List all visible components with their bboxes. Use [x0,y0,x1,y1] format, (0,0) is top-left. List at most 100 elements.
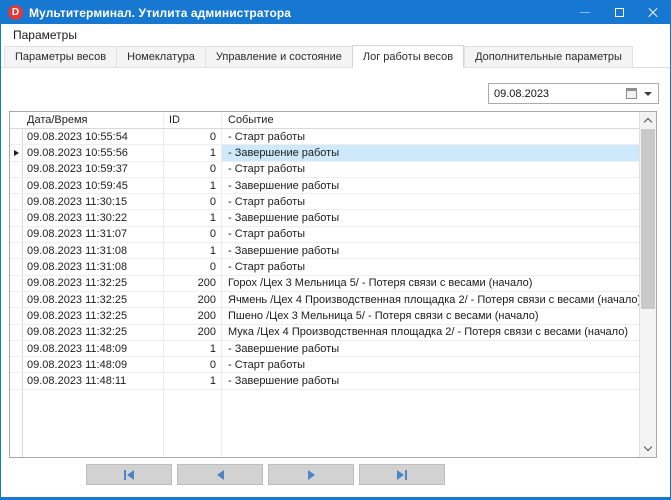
cell-datetime: 09.08.2023 10:59:37 [23,162,164,177]
column-header-datetime[interactable]: Дата/Время [23,114,164,126]
maximize-icon [615,8,624,17]
column-header-event[interactable]: Событие [222,114,639,126]
next-record-icon [308,470,315,480]
chevron-down-icon[interactable] [644,92,652,96]
row-indicator-cell [10,341,23,356]
row-indicator-cell [10,308,23,323]
log-table-body: Дата/Время ID Событие 09.08.2023 10:55:5… [10,112,639,457]
cell-event: - Старт работы [222,129,639,144]
cell-id: 0 [164,227,222,242]
table-row[interactable]: 09.08.2023 11:32:25 200 Горох /Цех 3 Мел… [10,276,639,292]
cell-event: Пшено /Цех 3 Мельница 5/ - Потеря связи … [222,308,639,323]
window-controls [568,1,670,24]
record-navigator [86,464,445,485]
cell-id: 0 [164,194,222,209]
date-filter-value[interactable]: 09.08.2023 [489,88,626,100]
tab-bar: Параметры весовНомеклатураУправление и с… [1,45,670,68]
tab-log-raboty-vesov[interactable]: Лог работы весов [352,45,464,68]
calendar-grid-icon [626,88,637,99]
prior-record-button[interactable] [177,464,263,485]
minimize-button[interactable] [568,1,602,24]
cell-datetime: 09.08.2023 11:30:15 [23,194,164,209]
table-row[interactable]: 09.08.2023 11:32:25 200 Пшено /Цех 3 Мел… [10,308,639,324]
table-row[interactable]: 09.08.2023 10:55:56 1 - Завершение работ… [10,145,639,161]
table-header-row: Дата/Время ID Событие [10,112,639,129]
row-indicator-cell [10,145,23,160]
cell-datetime: 09.08.2023 11:32:25 [23,292,164,307]
table-row[interactable]: 09.08.2023 11:30:22 1 - Завершение работ… [10,210,639,226]
first-record-icon [124,470,126,480]
cell-event: - Старт работы [222,227,639,242]
table-row[interactable]: 09.08.2023 11:32:25 200 Мука /Цех 4 Прои… [10,325,639,341]
scroll-down-button[interactable] [640,441,656,457]
cell-datetime: 09.08.2023 10:55:56 [23,145,164,160]
tab-upravlenie-i-sostoyanie[interactable]: Управление и состояние [205,46,352,68]
cell-event: - Завершение работы [222,373,639,388]
table-row[interactable]: 09.08.2023 11:31:07 0 - Старт работы [10,227,639,243]
table-row[interactable]: 09.08.2023 11:48:09 0 - Старт работы [10,357,639,373]
window-title: Мультитерминал. Утилита администратора [29,6,291,20]
cell-datetime: 09.08.2023 11:32:25 [23,308,164,323]
tab-dopolnitelnye-parametry[interactable]: Дополнительные параметры [464,46,633,68]
tab-nomenklatura[interactable]: Номеклатура [116,46,205,68]
table-row[interactable]: 09.08.2023 11:48:09 1 - Завершение работ… [10,341,639,357]
cell-id: 0 [164,162,222,177]
row-indicator-cell [10,259,23,274]
cell-datetime: 09.08.2023 11:48:09 [23,357,164,372]
cell-event: Мука /Цех 4 Производственная площадка 2/… [222,325,639,340]
minimize-icon [580,12,590,13]
table-row[interactable]: 09.08.2023 10:55:54 0 - Старт работы [10,129,639,145]
grid-empty-area [10,390,639,457]
row-indicator-cell [10,243,23,258]
table-row[interactable]: 09.08.2023 11:48:11 1 - Завершение работ… [10,373,639,389]
title-bar[interactable]: D Мультитерминал. Утилита администратора [1,1,670,24]
cell-event: - Старт работы [222,357,639,372]
table-row[interactable]: 09.08.2023 11:31:08 0 - Старт работы [10,259,639,275]
cell-event: Горох /Цех 3 Мельница 5/ - Потеря связи … [222,276,639,291]
chevron-up-icon [644,118,652,126]
table-row[interactable]: 09.08.2023 10:59:45 1 - Завершение работ… [10,178,639,194]
maximize-button[interactable] [602,1,636,24]
cell-id: 0 [164,259,222,274]
scroll-up-button[interactable] [640,112,656,128]
last-record-button[interactable] [359,464,445,485]
table-row[interactable]: 09.08.2023 11:32:25 200 Ячмень /Цех 4 Пр… [10,292,639,308]
tab-parametry-vesov[interactable]: Параметры весов [4,46,116,68]
close-icon [647,7,659,19]
row-indicator-cell [10,325,23,340]
column-header-id[interactable]: ID [164,114,222,126]
cell-datetime: 09.08.2023 11:31:08 [23,243,164,258]
cell-event: - Старт работы [222,194,639,209]
cell-event: - Завершение работы [222,341,639,356]
cell-event: - Завершение работы [222,178,639,193]
cell-datetime: 09.08.2023 10:55:54 [23,129,164,144]
row-indicator-cell [10,292,23,307]
app-logo-icon: D [8,5,23,20]
next-record-button[interactable] [268,464,354,485]
table-row[interactable]: 09.08.2023 11:31:08 1 - Завершение работ… [10,243,639,259]
row-indicator-cell [10,357,23,372]
row-indicator-cell [10,194,23,209]
app-window: D Мультитерминал. Утилита администратора… [0,0,671,500]
scrollbar-thumb[interactable] [641,129,655,309]
date-filter-combobox[interactable]: 09.08.2023 [488,83,659,104]
row-indicator-cell [10,129,23,144]
cell-id: 1 [164,178,222,193]
cell-event: Ячмень /Цех 4 Производственная площадка … [222,292,639,307]
table-row[interactable]: 09.08.2023 11:30:15 0 - Старт работы [10,194,639,210]
first-record-button[interactable] [86,464,172,485]
cell-event: - Старт работы [222,162,639,177]
cell-datetime: 09.08.2023 11:48:09 [23,341,164,356]
menu-item-parametry[interactable]: Параметры [8,26,82,44]
vertical-scrollbar[interactable] [639,112,656,457]
cell-id: 0 [164,129,222,144]
table-row[interactable]: 09.08.2023 10:59:37 0 - Старт работы [10,162,639,178]
cell-datetime: 09.08.2023 11:48:11 [23,373,164,388]
cell-id: 200 [164,292,222,307]
close-button[interactable] [636,1,670,24]
cell-id: 200 [164,308,222,323]
cell-datetime: 09.08.2023 11:31:07 [23,227,164,242]
cell-event: - Завершение работы [222,145,639,160]
row-indicator-cell [10,373,23,388]
row-indicator-cell [10,276,23,291]
